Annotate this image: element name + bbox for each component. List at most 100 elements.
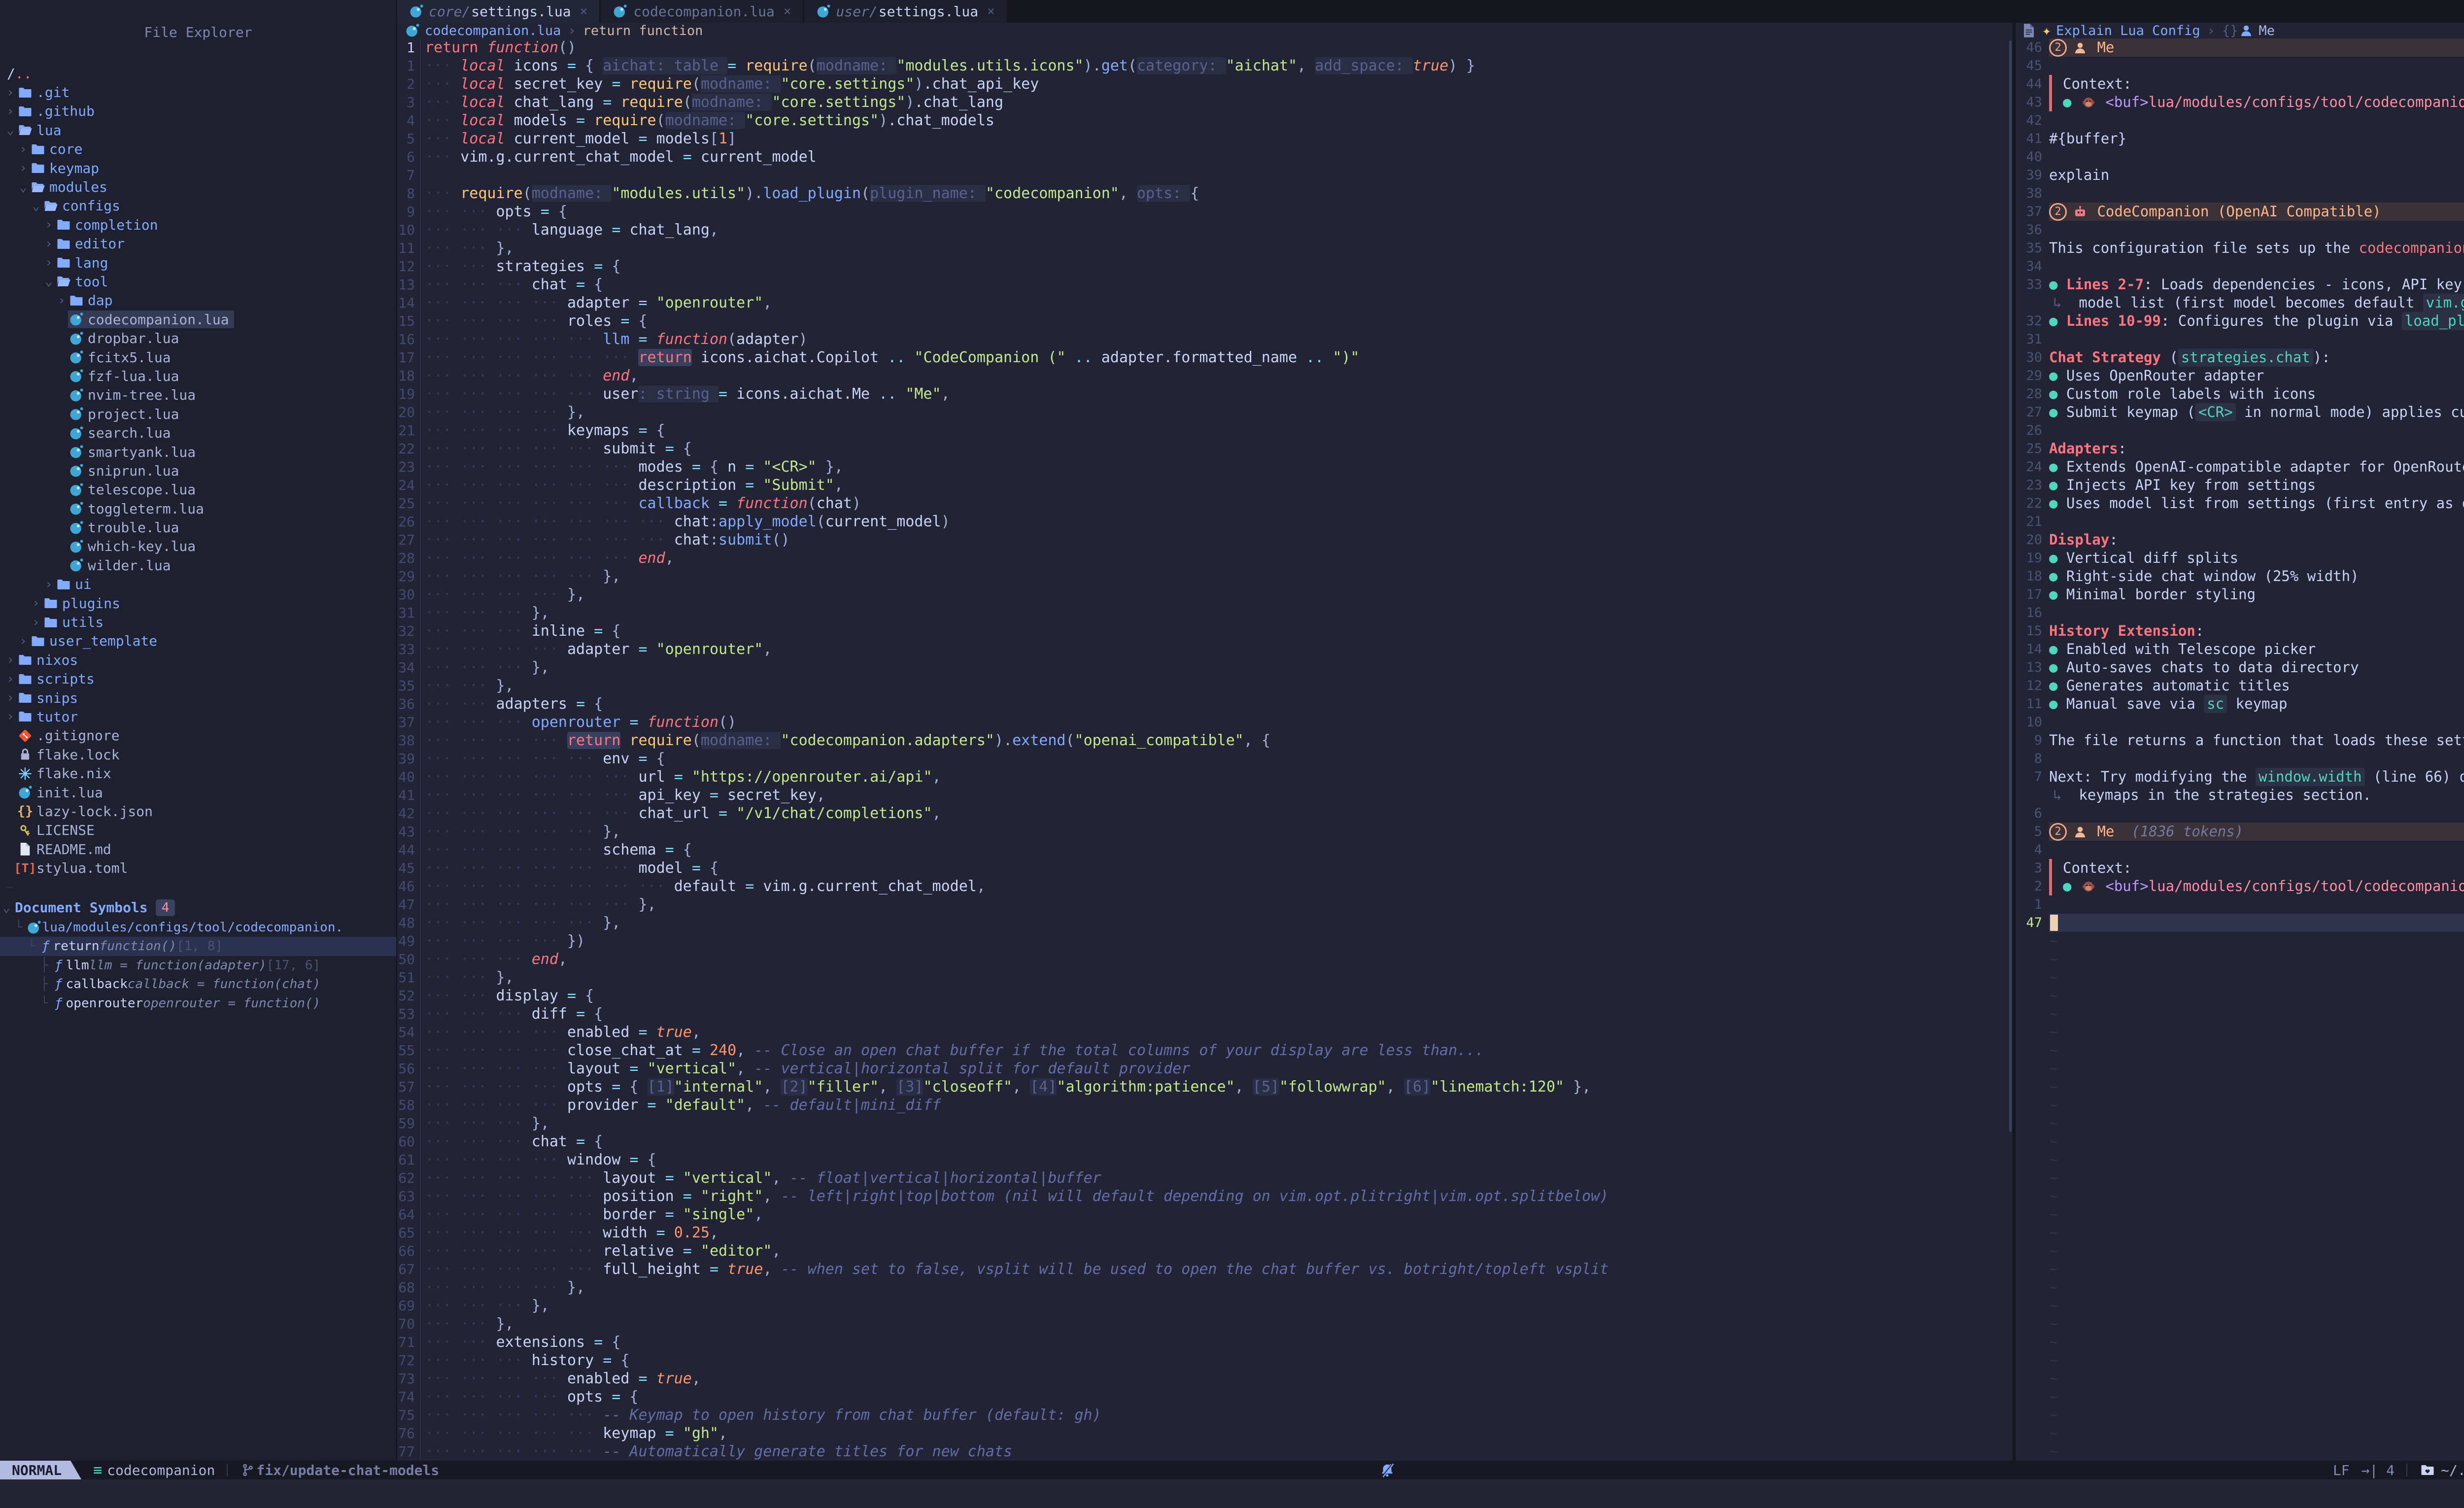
- tree-item-tool[interactable]: ⌄tool: [0, 272, 396, 291]
- tree-item-.gitignore[interactable]: .gitignore: [0, 726, 396, 745]
- person-icon-orange: [2072, 823, 2088, 840]
- code-token: },: [567, 1279, 585, 1296]
- tree-item-editor[interactable]: ›editor: [0, 235, 396, 253]
- code-token: ,: [736, 1060, 745, 1077]
- code-token: require: [629, 732, 691, 749]
- symbol-row[interactable]: └ƒreturn function() [1, 8]: [0, 937, 396, 956]
- chat-line-content: [2049, 604, 2464, 622]
- indent-guides: ··· ··· ··· ··· ···: [425, 1242, 603, 1260]
- tab-close-icon[interactable]: ×: [580, 4, 588, 19]
- line-number: 53: [397, 1005, 420, 1023]
- tree-item-.github[interactable]: ›.github: [0, 102, 396, 121]
- tree-item-core[interactable]: ›core: [0, 140, 396, 159]
- tree-item-..[interactable]: /..: [0, 64, 396, 83]
- tab-settings.lua[interactable]: core/settings.lua×: [397, 0, 601, 23]
- line-number: 76: [397, 1424, 420, 1442]
- tilde-glyph: ~: [2049, 1406, 2057, 1424]
- empty-line: ~: [2016, 1041, 2464, 1060]
- line-number: 1: [397, 38, 420, 57]
- tree-item-nvim-tree.lua[interactable]: nvim-tree.lua: [0, 386, 396, 405]
- tree-item-label: tutor: [36, 709, 78, 725]
- lua-icon: [68, 444, 85, 460]
- tree-item-lang[interactable]: ›lang: [0, 253, 396, 272]
- tree-item-lazy-lock.json[interactable]: {}lazy-lock.json: [0, 802, 396, 821]
- tree-item-flake.lock[interactable]: flake.lock: [0, 745, 396, 764]
- symbol-row[interactable]: ├ƒcallback callback = function(chat): [0, 975, 396, 994]
- chat-line-number: 16: [2016, 604, 2049, 622]
- code-token: ): [1448, 57, 1466, 74]
- tree-item-keymap[interactable]: ›keymap: [0, 159, 396, 177]
- code-line-body: ··· ··· ··· ··· ··· -- Automatically gen…: [420, 1442, 2013, 1461]
- code-token: .: [1093, 57, 1101, 74]
- tree-item-modules[interactable]: ⌄modules: [0, 177, 396, 196]
- line-number: 3: [397, 93, 420, 111]
- tree-item-tutor[interactable]: ›tutor: [0, 707, 396, 726]
- chat-line: ↳ model list (first model becomes defaul…: [2016, 294, 2464, 312]
- tilde-marker: [2016, 1442, 2049, 1461]
- line-number: 41: [397, 786, 420, 804]
- code-line: 25··· ··· ··· ··· ··· ··· callback = fun…: [397, 494, 2013, 513]
- tree-item-.git[interactable]: ›.git: [0, 83, 396, 102]
- tab-close-icon[interactable]: ×: [987, 4, 995, 19]
- indent-guides: ··· ··· ···: [425, 221, 532, 239]
- tree-item-ui[interactable]: ›ui: [0, 575, 396, 594]
- tree-item-fcitx5.lua[interactable]: fcitx5.lua: [0, 348, 396, 367]
- tree-item-stylua.toml[interactable]: [T]stylua.toml: [0, 858, 396, 877]
- chat-line-number: 6: [2016, 804, 2049, 823]
- code-token: opts: [496, 203, 541, 220]
- symbol-row[interactable]: └ƒopenrouter openrouter = function(): [0, 994, 396, 1012]
- tree-item-smartyank.lua[interactable]: smartyank.lua: [0, 443, 396, 461]
- tree-item-search.lua[interactable]: search.lua: [0, 423, 396, 442]
- code-line-body: ··· ··· ··· ··· ··· ··· url = "https://o…: [420, 768, 2013, 786]
- code-token: (: [808, 57, 817, 74]
- code-token: true: [656, 1024, 692, 1041]
- document-symbols-header[interactable]: ⌄ Document Symbols 4: [0, 897, 396, 918]
- symbol-row[interactable]: └lua/modules/configs/tool/codecompanion.: [0, 918, 396, 937]
- tree-item-sniprun.lua[interactable]: sniprun.lua: [0, 461, 396, 480]
- tree-item-telescope.lua[interactable]: telescope.lua: [0, 480, 396, 499]
- code-token: ,: [941, 385, 950, 403]
- chat-line: 33● Lines 2-7: Loads dependencies - icon…: [2016, 275, 2464, 294]
- tree-item-user_template[interactable]: ›user_template: [0, 632, 396, 651]
- code-line: 75··· ··· ··· ··· ··· -- Keymap to open …: [397, 1406, 2013, 1424]
- scrollbar-thumb[interactable]: [2009, 40, 2012, 1132]
- tree-item-trouble.lua[interactable]: trouble.lua: [0, 518, 396, 537]
- chat-text: Injects API key from settings: [2066, 476, 2316, 494]
- symbol-row[interactable]: ├ƒllm llm = function(adapter) [17, 6]: [0, 956, 396, 975]
- chat-text: ↳: [2053, 786, 2079, 804]
- tree-item-nixos[interactable]: ›nixos: [0, 651, 396, 669]
- folder-open-icon: [42, 198, 59, 214]
- tree-item-which-key.lua[interactable]: which-key.lua: [0, 537, 396, 556]
- tab-codecompanion.lua[interactable]: codecompanion.lua ×: [601, 0, 804, 23]
- chat-line: 26: [2016, 421, 2464, 440]
- tree-item-wilder.lua[interactable]: wilder.lua: [0, 556, 396, 575]
- code-line: 77··· ··· ··· ··· ··· -- Automatically g…: [397, 1442, 2013, 1461]
- tree-item-init.lua[interactable]: init.lua: [0, 783, 396, 802]
- breadcrumb-separator-icon: ›: [568, 23, 576, 38]
- tree-item-README.md[interactable]: README.md: [0, 840, 396, 858]
- tab-close-icon[interactable]: ×: [784, 4, 791, 19]
- tree-item-fzf-lua.lua[interactable]: fzf-lua.lua: [0, 367, 396, 385]
- tree-item-toggleterm.lua[interactable]: toggleterm.lua: [0, 499, 396, 518]
- tree-item-scripts[interactable]: ›scripts: [0, 670, 396, 688]
- chat-line-content: ● Lines 2-7: Loads dependencies - icons,…: [2049, 275, 2464, 294]
- tree-item-flake.nix[interactable]: flake.nix: [0, 764, 396, 783]
- tree-item-project.lua[interactable]: project.lua: [0, 405, 396, 423]
- code-token: secret_key: [514, 75, 612, 93]
- tab-filename: codecompanion.lua: [633, 3, 775, 20]
- tab-settings.lua[interactable]: user/settings.lua×: [804, 0, 1008, 23]
- tree-item-configs[interactable]: ⌄configs: [0, 197, 396, 215]
- tree-item-completion[interactable]: ›completion: [0, 215, 396, 234]
- tree-item-lua[interactable]: ⌄lua: [0, 121, 396, 139]
- tree-item-utils[interactable]: ›utils: [0, 613, 396, 631]
- code-token: =: [576, 1005, 594, 1023]
- tree-item-dap[interactable]: ›dap: [0, 291, 396, 310]
- tilde-glyph: ~: [2049, 1151, 2057, 1169]
- tree-item-label: lazy-lock.json: [36, 803, 153, 820]
- tree-item-plugins[interactable]: ›plugins: [0, 594, 396, 613]
- tree-item-dropbar.lua[interactable]: dropbar.lua: [0, 329, 396, 347]
- tree-item-label: flake.lock: [36, 747, 120, 763]
- tree-item-LICENSE[interactable]: LICENSE: [0, 821, 396, 840]
- tree-item-codecompanion.lua[interactable]: codecompanion.lua: [0, 310, 396, 329]
- tree-item-snips[interactable]: ›snips: [0, 688, 396, 707]
